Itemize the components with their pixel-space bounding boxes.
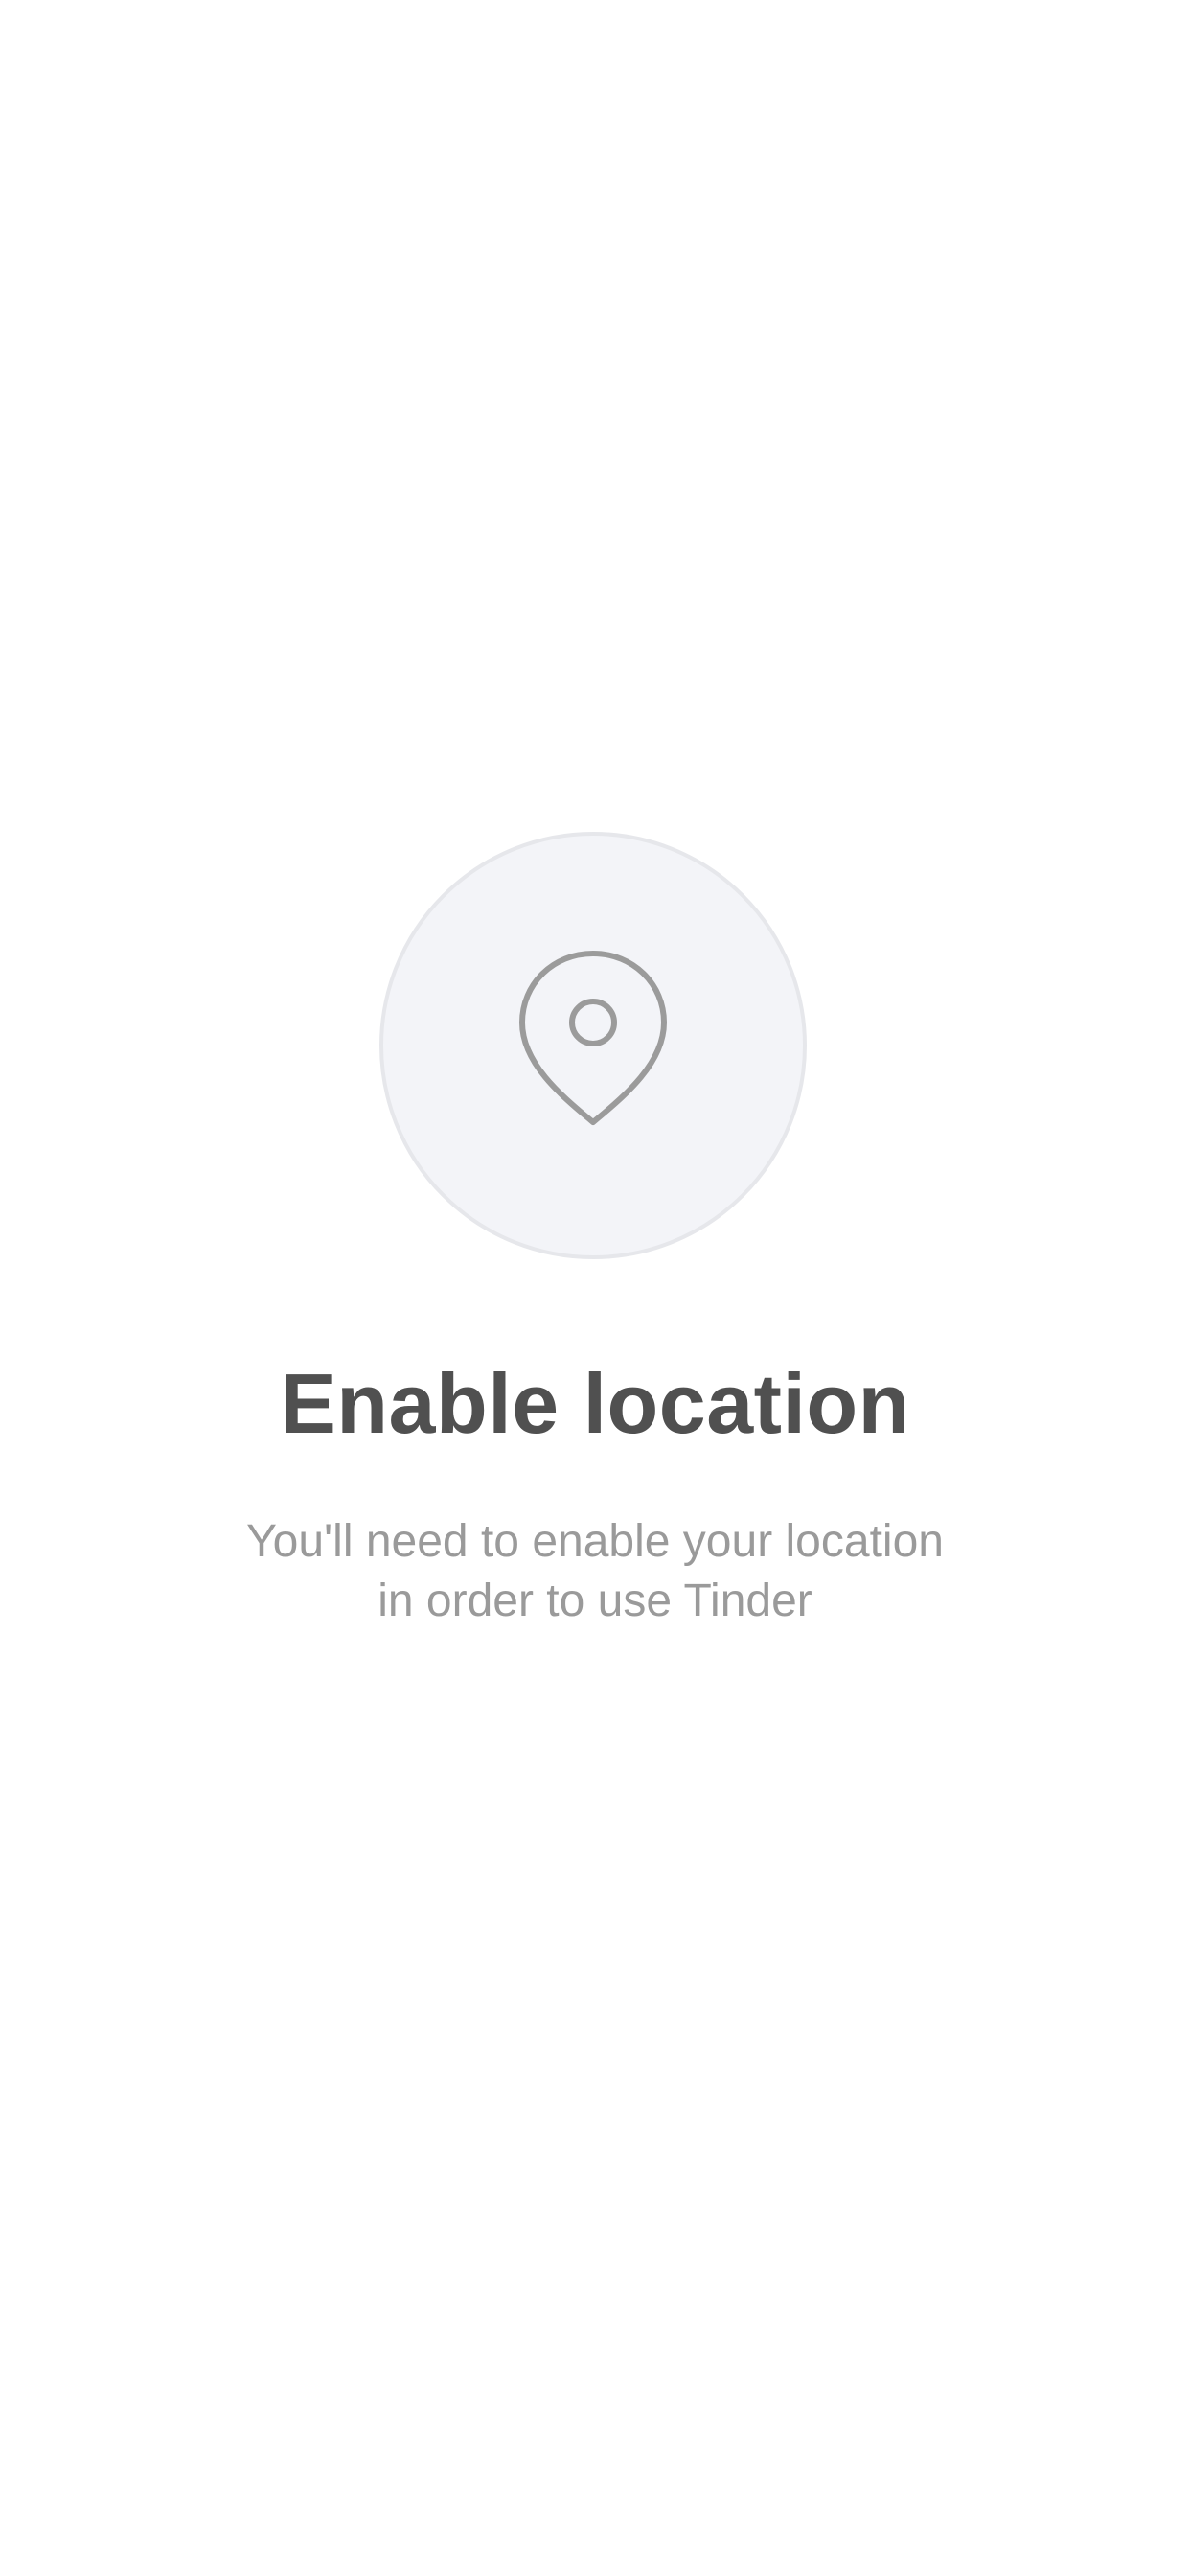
page-title: Enable location: [280, 1356, 910, 1451]
location-pin-icon: [519, 951, 667, 1125]
page-subtitle: You'll need to enable your location in o…: [164, 1512, 1026, 1631]
subtitle-line-2: in order to use Tinder: [378, 1576, 812, 1626]
enable-location-screen: Enable location You'll need to enable yo…: [0, 0, 1190, 2576]
location-icon-circle: [379, 832, 807, 1259]
subtitle-line-1: You'll need to enable your location: [246, 1516, 944, 1567]
